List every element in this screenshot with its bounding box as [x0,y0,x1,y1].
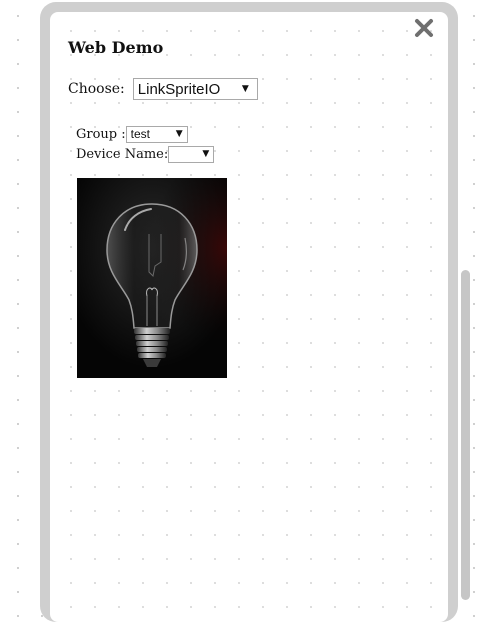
dialog-title: Web Demo [68,38,164,57]
dialog-frame: Web Demo Choose: LinkSpriteIO ▼ Group : … [40,2,458,622]
dropdown-arrow-icon: ▼ [202,149,210,159]
close-icon[interactable] [412,16,436,40]
choose-select-value: LinkSpriteIO [137,80,221,98]
group-select[interactable]: test ▼ [125,125,188,143]
device-row: Device Name: ▼ [76,145,215,163]
choose-select[interactable]: LinkSpriteIO ▼ [132,78,258,100]
lightbulb-image [77,178,227,378]
choose-label: Choose: [68,81,125,97]
group-select-value: test [130,127,150,141]
device-name-label: Device Name: [76,146,169,162]
scrollbar-thumb[interactable] [461,270,470,600]
choose-row: Choose: LinkSpriteIO ▼ [68,78,258,100]
dialog-panel: Web Demo Choose: LinkSpriteIO ▼ Group : … [50,12,448,622]
dropdown-arrow-icon: ▼ [175,129,183,139]
group-row: Group : test ▼ [76,125,188,143]
dropdown-arrow-icon: ▼ [241,84,249,94]
group-label: Group : [76,126,126,142]
device-name-select[interactable]: ▼ [168,145,215,163]
